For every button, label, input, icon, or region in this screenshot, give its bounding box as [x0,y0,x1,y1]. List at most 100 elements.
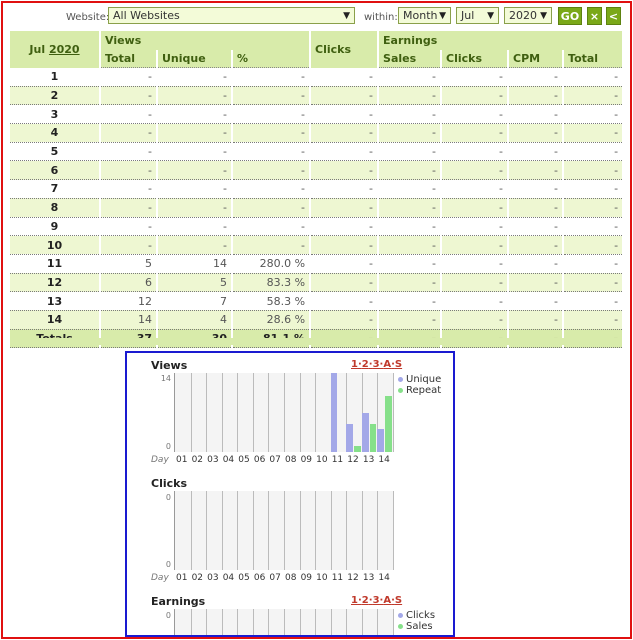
table-row: 2-------- [10,86,623,106]
unique-cell: - [157,235,233,255]
plot-column [237,373,254,452]
etotal-cell: - [563,273,623,293]
range-link-2[interactable]: 2 [362,595,369,606]
sales-cell: - [378,291,443,311]
x-tick-label: 12 [347,573,359,583]
x-tick-label: 02 [191,455,204,465]
earnings-total-header: Total [563,50,623,68]
clicks-ymax-label: 0 [165,493,171,502]
x-tick-label: 11 [331,573,344,583]
plot-column [175,609,192,635]
total-cell: 12 [100,291,158,311]
plot-column [206,491,223,570]
total-cell: - [100,104,158,125]
clicks-cell: - [310,291,380,311]
sales-cell: - [378,235,443,255]
clicks-cell: - [310,217,380,237]
unique-cell: 5 [157,273,233,293]
back-button[interactable]: < [606,7,621,25]
range-link-1[interactable]: 1 [351,359,358,370]
etotal-cell: - [563,104,623,125]
range-link-3[interactable]: 3 [373,359,380,370]
clicks-yzero-label: 0 [165,560,171,569]
range-link-a[interactable]: A [383,359,391,370]
clicks-plot-area [174,491,394,570]
plot-column [284,609,301,635]
cpm-cell: - [508,160,565,181]
x-tick-label: 11 [331,455,344,465]
unique-cell: - [157,160,233,181]
day-axis-label: Day [151,573,169,583]
charts-panel: Views 1·2·3·A·S Unique Repeat 14 0 Day 01… [125,351,455,637]
day-cell: 1 [10,67,101,87]
etotal-cell: - [563,198,623,218]
cpm-cell: - [508,291,565,311]
legend-unique: Unique [398,374,441,385]
pct-cell: - [232,142,312,162]
eclicks-cell: - [441,310,510,330]
plot-column [315,373,332,452]
cpm-cell: - [508,142,565,162]
repeat-bar [385,395,392,452]
day-cell: 2 [10,86,101,106]
sales-header: Sales [378,50,443,68]
x-tick-label: 05 [238,455,250,465]
plot-column [222,491,239,570]
earnings-range-links[interactable]: 1·2·3·A·S [351,595,402,606]
range-link-s[interactable]: S [395,595,402,606]
website-label: Website: [66,12,110,23]
views-total-header: Total [100,50,158,68]
unique-bar [361,412,369,452]
clicks-cell: - [310,254,380,274]
pct-cell: - [232,217,312,237]
total-cell: - [100,123,158,143]
pct-cell: - [232,104,312,125]
period-select-value: Month [403,9,438,22]
plot-column [268,609,285,635]
legend-clicks: Clicks [398,610,435,621]
year-link[interactable]: 2020 [49,43,80,56]
plot-column [346,609,363,635]
total-cell: - [100,217,158,237]
views-unique-header: Unique [157,50,233,68]
unique-cell: - [157,123,233,143]
plot-column [315,491,332,570]
range-link-2[interactable]: 2 [362,359,369,370]
range-link-a[interactable]: A [383,595,391,606]
website-select[interactable]: All Websites ▼ [108,7,355,24]
views-yzero-label: 0 [165,442,171,451]
unique-cell: - [157,86,233,106]
x-tick-label: 06 [253,573,266,583]
month-select[interactable]: Jul ▼ [456,7,499,24]
range-link-s[interactable]: S [395,359,402,370]
stats-table: Jul 2020 Views Clicks Earnings Total Uni… [10,31,623,349]
pct-cell: 280.0 % [232,254,312,274]
views-legend: Unique Repeat [398,374,441,396]
period-select[interactable]: Month ▼ [398,7,451,24]
plot-column [362,491,379,570]
go-button[interactable]: GO [558,7,582,25]
x-tick-label: 03 [207,573,219,583]
views-range-links[interactable]: 1·2·3·A·S [351,359,402,370]
plot-column [300,609,317,635]
month-header-label: Jul [29,42,46,56]
year-select[interactable]: 2020 ▼ [504,7,552,24]
table-row: 12 6 5 83.3 % - - - - - [10,273,623,293]
legend-repeat-swatch [398,387,403,393]
sales-cell: - [378,310,443,330]
sales-cell: - [378,67,443,87]
cpm-cell: - [508,86,565,106]
total-cell: 6 [100,273,158,293]
close-button[interactable]: × [587,7,602,25]
range-link-1[interactable]: 1 [351,595,358,606]
plot-column [222,373,239,452]
eclicks-cell: - [441,160,510,181]
plot-column [237,491,254,570]
unique-cell: - [157,198,233,218]
plot-column [175,373,192,452]
views-chart-title: Views [151,359,188,372]
table-row: 8-------- [10,198,623,218]
month-header: Jul 2020 [10,31,101,68]
x-tick-label: 07 [269,573,281,583]
range-link-3[interactable]: 3 [373,595,380,606]
